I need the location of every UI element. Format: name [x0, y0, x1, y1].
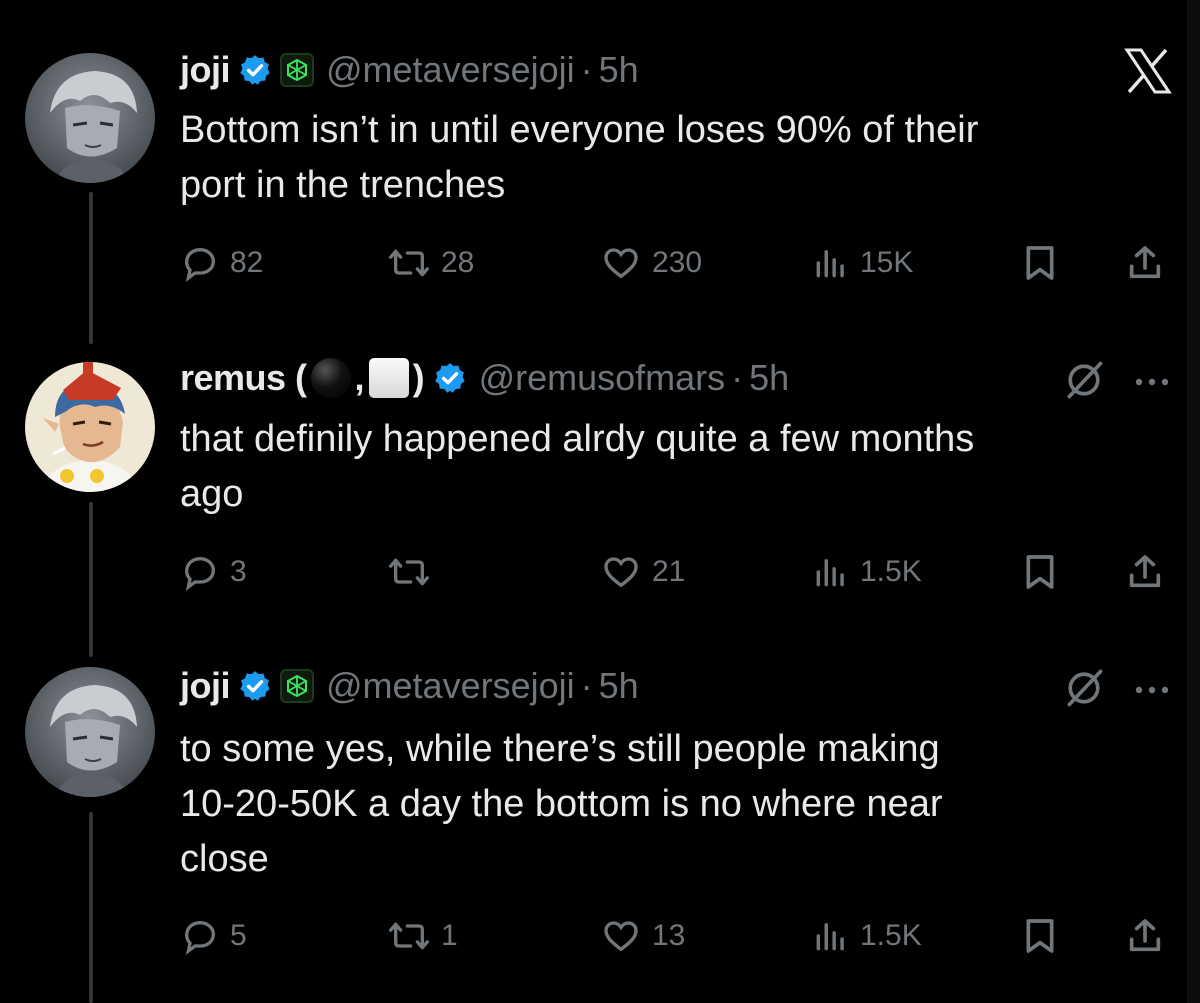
display-name-close: ) [412, 357, 425, 398]
tweet-text-line: close [180, 838, 269, 880]
tweet-text: Bottom isn’t in until everyone loses 90%… [180, 103, 1160, 213]
like-button[interactable]: 230 [600, 238, 702, 288]
like-count: 13 [652, 919, 686, 952]
views-count: 1.5K [860, 919, 922, 952]
tweet-2[interactable]: remus ( , ) @remusofmars · 5h that defin… [0, 340, 1200, 660]
grok-icon[interactable] [1062, 358, 1106, 407]
handle[interactable]: @metaversejoji [326, 665, 575, 707]
bookmark-icon [1026, 555, 1054, 589]
reply-icon [184, 920, 216, 955]
bookmark-icon [1026, 919, 1054, 953]
tweet-text-line: port in the trenches [180, 164, 506, 206]
like-button[interactable]: 13 [600, 911, 685, 961]
views-icon [816, 559, 844, 587]
display-name[interactable]: remus ( [180, 357, 307, 399]
share-icon [1129, 555, 1161, 588]
reply-icon [184, 556, 216, 591]
share-icon [1129, 919, 1161, 952]
repost-icon [388, 558, 429, 586]
black-circle-emoji [310, 358, 351, 398]
display-name-separator: , [354, 357, 365, 398]
reply-button[interactable]: 82 [180, 238, 263, 288]
reply-count: 3 [230, 555, 247, 588]
verified-badge-icon [240, 671, 270, 701]
reply-count: 5 [230, 919, 247, 952]
action-bar: 5 1 13 1.5K [180, 911, 1170, 961]
separator-dot: · [580, 49, 593, 90]
reply-button[interactable]: 3 [180, 547, 247, 597]
views-count: 1.5K [860, 555, 922, 588]
green-cube-badge-icon[interactable] [280, 669, 314, 703]
repost-icon [388, 249, 429, 277]
views-button[interactable]: 1.5K [812, 911, 922, 961]
share-button[interactable] [1125, 911, 1165, 961]
repost-count: 28 [441, 246, 475, 279]
separator-dot: · [731, 357, 744, 398]
views-count: 15K [860, 246, 914, 279]
tweet-1[interactable]: joji @metaversejoji · 5h Bottom isn’t in… [0, 0, 1200, 340]
verified-badge-icon [434, 363, 465, 393]
tweet-text-line: to some yes, while there’s still people … [180, 728, 940, 770]
share-button[interactable] [1125, 547, 1165, 597]
heart-icon [604, 921, 638, 952]
repost-icon [388, 922, 429, 950]
timestamp[interactable]: 5h [749, 357, 789, 399]
action-bar: 3 21 1.5K [180, 547, 1170, 597]
white-square-emoji [368, 358, 409, 398]
repost-count: 1 [441, 919, 458, 952]
tweet-text-line: that definily happened alrdy quite a few… [180, 418, 975, 460]
like-button[interactable]: 21 [600, 547, 685, 597]
repost-button[interactable]: 28 [387, 238, 474, 288]
more-options-icon[interactable] [1134, 374, 1170, 392]
handle[interactable]: @metaversejoji [326, 49, 575, 91]
tweet-text-line: ago [180, 473, 244, 515]
views-button[interactable]: 1.5K [812, 547, 922, 597]
views-button[interactable]: 15K [812, 238, 913, 288]
tweet-text: to some yes, while there’s still people … [180, 722, 1160, 887]
like-count: 21 [652, 555, 686, 588]
more-options-icon[interactable] [1134, 682, 1170, 700]
bookmark-button[interactable] [1020, 238, 1060, 288]
timestamp[interactable]: 5h [599, 49, 639, 91]
verified-badge-icon [240, 55, 270, 85]
share-button[interactable] [1125, 238, 1165, 288]
timestamp[interactable]: 5h [599, 665, 639, 707]
tweet-text: that definily happened alrdy quite a few… [180, 412, 1160, 522]
separator-dot: · [580, 665, 593, 706]
display-name[interactable]: joji [180, 49, 231, 91]
tweet-header: joji @metaversejoji · 5h [180, 48, 639, 92]
repost-button[interactable] [387, 547, 441, 597]
tweet-header: remus ( , ) @remusofmars · 5h [180, 356, 789, 400]
like-count: 230 [652, 246, 703, 279]
bookmark-button[interactable] [1020, 911, 1060, 961]
views-icon [816, 250, 844, 278]
views-icon [816, 923, 844, 951]
green-cube-badge-icon[interactable] [280, 53, 314, 87]
avatar[interactable] [25, 362, 155, 492]
display-name[interactable]: joji [180, 665, 231, 707]
repost-button[interactable]: 1 [387, 911, 458, 961]
heart-icon [604, 248, 638, 279]
reply-icon [184, 247, 216, 282]
reply-button[interactable]: 5 [180, 911, 247, 961]
avatar[interactable] [25, 53, 155, 183]
tweet-3[interactable]: joji @metaversejoji · 5h to some yes, wh… [0, 660, 1200, 1003]
handle[interactable]: @remusofmars [479, 357, 726, 399]
avatar[interactable] [25, 667, 155, 797]
grok-icon[interactable] [1062, 666, 1106, 715]
bookmark-icon [1026, 246, 1054, 280]
tweet-header: joji @metaversejoji · 5h [180, 664, 639, 708]
heart-icon [604, 557, 638, 588]
action-bar: 82 28 230 15K [180, 238, 1170, 288]
tweet-text-line: Bottom isn’t in until everyone loses 90%… [180, 109, 979, 151]
tweet-text-line: 10-20-50K a day the bottom is no where n… [180, 783, 943, 825]
share-icon [1129, 246, 1161, 279]
bookmark-button[interactable] [1020, 547, 1060, 597]
reply-count: 82 [230, 246, 264, 279]
